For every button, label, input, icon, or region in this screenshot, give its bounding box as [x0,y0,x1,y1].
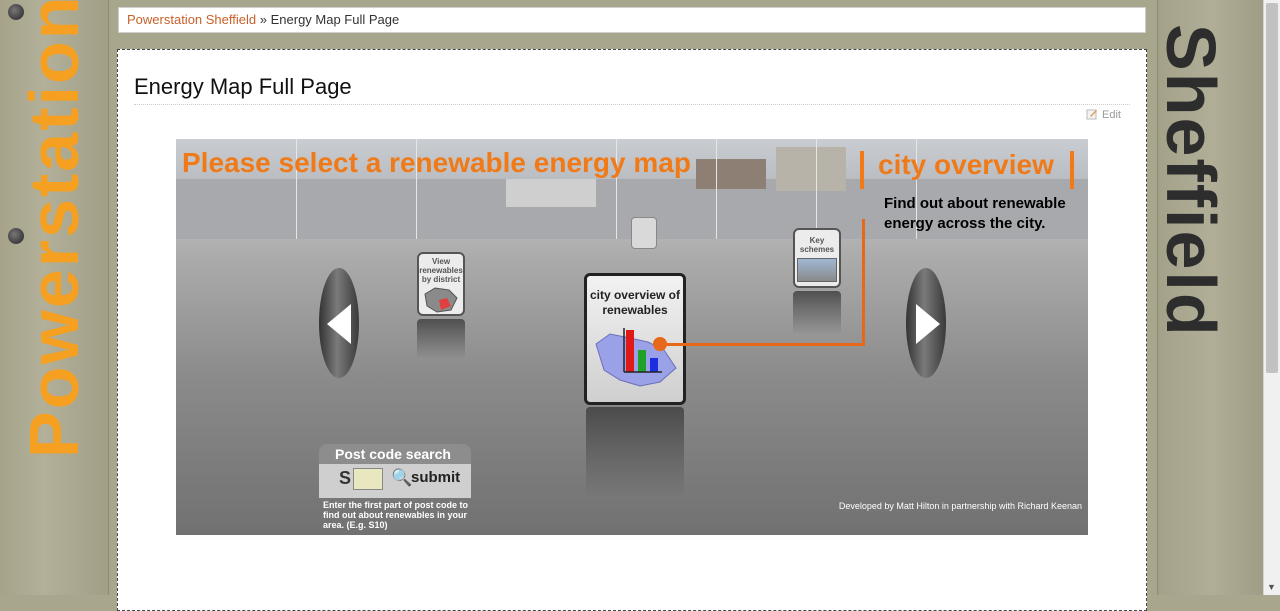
renewables-chart-icon [595,328,677,387]
postcode-heading: Post code search [319,444,471,464]
pencil-icon [1086,109,1097,120]
postcode-prefix: S [339,468,352,488]
search-icon[interactable]: 🔍 [391,468,412,488]
window-frame [816,139,817,239]
postcode-body: S 🔍 submit [319,464,471,498]
overview-bar-right [1070,151,1074,189]
map-credit: Developed by Matt Hilton in partnership … [838,501,1082,511]
breadcrumb-separator: » [259,12,267,27]
district-card-label: View renewables by district [419,257,463,284]
city-overview-card[interactable]: city overview of renewables [584,273,686,405]
side-title-right-text: Sheffield [1152,24,1230,338]
left-decor-panel: Powerstation [0,0,109,595]
breadcrumb-current: Energy Map Full Page [270,12,400,27]
overview-description: Find out about renewable energy across t… [884,195,1066,232]
next-arrow-button[interactable] [906,268,946,378]
title-divider [134,104,1130,105]
connector-dot [653,337,667,351]
prev-arrow-button[interactable] [319,268,359,378]
page-scrollbar[interactable]: ▼ [1263,0,1280,595]
rooftop-structure [506,179,596,207]
connector-line [664,343,864,346]
district-map-icon [424,287,458,313]
breadcrumb-home-link[interactable]: Powerstation Sheffield [127,12,256,27]
district-card[interactable]: View renewables by district [417,252,465,316]
right-decor-panel: Sheffield [1152,0,1264,595]
building [776,147,846,191]
breadcrumb: Powerstation Sheffield » Energy Map Full… [118,7,1146,33]
postcode-input[interactable] [353,468,383,490]
top-tab [631,217,657,249]
side-title-left-text: Powerstation [15,0,93,458]
postcode-help: Enter the first part of post code to fin… [323,500,469,530]
postcode-search: Post code search S 🔍 submit [319,444,471,498]
scroll-thumb[interactable] [1266,3,1278,373]
card-reflection [417,319,465,359]
key-schemes-label: Key schemes [799,236,835,254]
overview-title: city overview [878,149,1054,180]
banner-title: Please select a renewable energy map [182,147,691,178]
energy-map[interactable]: Please select a renewable energy map cit… [176,139,1088,535]
city-overview-card-label: city overview of renewables [589,288,681,317]
connector-line [862,219,865,346]
scroll-down-icon[interactable]: ▼ [1267,582,1276,592]
edit-link[interactable]: Edit [1086,108,1121,121]
edit-label: Edit [1102,109,1121,121]
page-title: Energy Map Full Page [134,74,352,99]
postcode-submit-button[interactable]: submit [411,469,460,486]
building [696,159,766,189]
card-reflection [793,291,841,335]
key-schemes-card[interactable]: Key schemes [793,228,841,288]
overview-bar-left [860,151,864,189]
card-reflection [586,407,684,497]
window-frame [716,139,717,239]
key-schemes-photo [797,258,837,282]
